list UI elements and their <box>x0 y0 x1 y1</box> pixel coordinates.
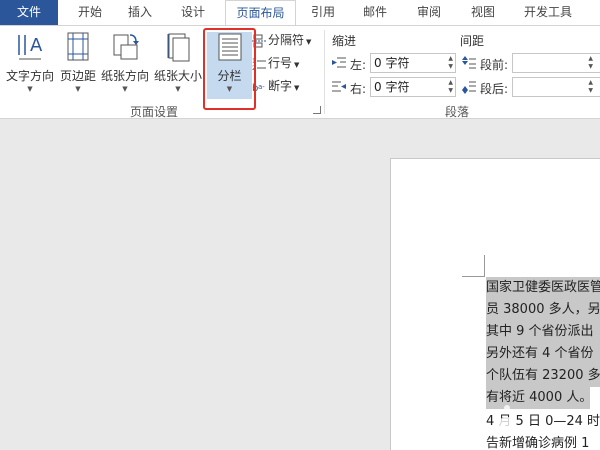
spinner-arrows-icon[interactable]: ▲ ▼ <box>448 79 453 95</box>
tab-mailings[interactable]: 邮件 <box>358 0 392 25</box>
chevron-down-icon: ▼ <box>27 85 33 93</box>
tab-design[interactable]: 设计 <box>176 0 210 25</box>
spacing-after-icon <box>462 81 476 94</box>
document-text-line[interactable]: 员 38000 多人，另 <box>486 299 600 321</box>
orientation-button[interactable]: 纸张方向 ▼ <box>100 29 150 101</box>
crop-mark <box>484 255 485 277</box>
breaks-button[interactable]: 分隔符 ▼ <box>252 30 311 50</box>
text-direction-icon: A <box>18 35 43 60</box>
crop-mark <box>462 276 484 277</box>
chevron-down-icon: ▼ <box>294 84 300 92</box>
paragraph-group-label: 段落 <box>445 105 470 119</box>
line-numbers-button[interactable]: 1 2 行号 ▼ <box>252 53 299 73</box>
orientation-icon <box>113 34 139 60</box>
margins-icon <box>67 32 89 61</box>
svg-text:a-: a- <box>258 83 265 91</box>
ribbon-tab-bar: 文件 开始 插入 设计 页面布局 引用 邮件 审阅 视图 开发工具 <box>0 0 600 26</box>
text-direction-label: 文字方向 <box>5 69 54 83</box>
spinner-arrows-icon[interactable]: ▲ ▼ <box>588 55 593 71</box>
indent-left-label: 左: <box>350 58 367 72</box>
columns-highlight-box <box>203 28 256 110</box>
hyphenation-button[interactable]: b a- 断字 ▼ <box>252 76 299 96</box>
paper-size-icon <box>167 33 190 62</box>
spacing-heading: 间距 <box>460 34 485 48</box>
document-text-line[interactable]: 其中 9 个省份派出 <box>486 321 600 343</box>
chevron-down-icon: ▼ <box>122 85 128 93</box>
breaks-label: 分隔符 <box>268 33 305 47</box>
spacing-after-label: 段后: <box>480 82 509 96</box>
document-text-line[interactable]: 另外还有 4 个省份 <box>486 343 600 365</box>
tab-review[interactable]: 审阅 <box>412 0 446 25</box>
tab-insert[interactable]: 插入 <box>123 0 157 25</box>
margins-button[interactable]: 页边距 ▼ <box>57 29 99 101</box>
document-text-line[interactable]: 个队伍有 23200 多 <box>486 365 600 387</box>
indent-right-label: 右: <box>350 82 367 96</box>
indent-left-icon <box>332 57 346 68</box>
tab-references[interactable]: 引用 <box>306 0 340 25</box>
document-text-line[interactable]: 国家卫健委医政医管 <box>486 277 600 299</box>
indent-left-value: 0 字符 <box>374 56 410 70</box>
spinner-arrows-icon[interactable]: ▲ ▼ <box>448 55 453 71</box>
indent-right-value: 0 字符 <box>374 80 410 94</box>
line-numbers-label: 行号 <box>268 56 293 70</box>
spinner-arrows-icon[interactable]: ▲ ▼ <box>588 79 593 95</box>
text-direction-button[interactable]: A 文字方向 ▼ <box>4 29 56 101</box>
spacing-before-label: 段前: <box>480 58 509 72</box>
tab-page-layout[interactable]: 页面布局 <box>225 0 296 26</box>
watermark-logo <box>455 398 595 444</box>
svg-text:A: A <box>30 35 43 56</box>
tab-file[interactable]: 文件 <box>0 0 58 25</box>
page-setup-launcher-icon[interactable] <box>313 106 321 114</box>
tab-developer[interactable]: 开发工具 <box>516 0 580 25</box>
page-setup-group-label: 页面设置 <box>130 105 179 119</box>
indent-left-input[interactable]: 0 字符 ▲ ▼ <box>370 53 456 73</box>
chevron-down-icon: ▼ <box>175 85 181 93</box>
orientation-label: 纸张方向 <box>100 69 149 83</box>
baidu-paw-icon <box>496 405 518 431</box>
size-label: 纸张大小 <box>153 69 202 83</box>
tab-home[interactable]: 开始 <box>73 0 107 25</box>
chevron-down-icon: ▼ <box>75 85 81 93</box>
hyphenation-label: 断字 <box>268 79 293 93</box>
chevron-down-icon: ▼ <box>294 61 300 69</box>
indent-heading: 缩进 <box>332 34 357 48</box>
tab-view[interactable]: 视图 <box>466 0 500 25</box>
chevron-down-icon: ▼ <box>306 38 312 46</box>
spacing-before-input[interactable]: ▲ ▼ <box>512 53 600 73</box>
group-divider <box>324 30 325 114</box>
indent-right-icon <box>332 81 346 92</box>
spacing-before-icon <box>462 56 476 69</box>
spacing-after-input[interactable]: ▲ ▼ <box>512 77 600 97</box>
ribbon: A 文字方向 ▼ 页边距 ▼ 纸张方向 ▼ 纸张大小 ▼ 分栏 ▼ 分隔符 ▼ … <box>0 25 600 119</box>
margins-label: 页边距 <box>59 69 96 83</box>
size-button[interactable]: 纸张大小 ▼ <box>153 29 203 101</box>
indent-right-input[interactable]: 0 字符 ▲ ▼ <box>370 77 456 97</box>
